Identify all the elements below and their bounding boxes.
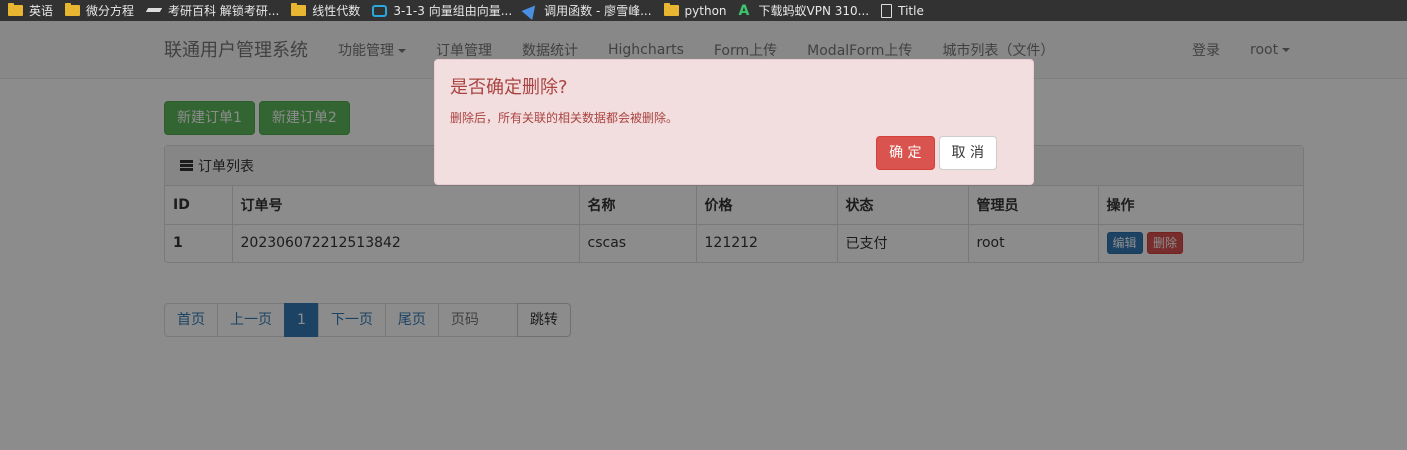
bookmark-item[interactable]: 3-1-3 向量组由向量... — [368, 0, 520, 21]
bookmark-item[interactable]: A 下载蚂蚁VPN 310... — [735, 0, 878, 21]
dialog-message: 删除后，所有关联的相关数据都会被删除。 — [450, 111, 679, 125]
cancel-button[interactable]: 取 消 — [938, 136, 997, 170]
document-icon — [881, 3, 893, 18]
folder-icon — [8, 3, 23, 16]
site-logo-icon: A — [738, 2, 750, 19]
dialog-buttons: 确 定 取 消 — [876, 136, 997, 170]
tv-icon — [372, 4, 388, 17]
bookmark-item[interactable]: Title — [877, 0, 932, 21]
bookmark-item[interactable]: 英语 — [4, 0, 61, 21]
folder-icon — [291, 3, 307, 16]
folder-icon — [663, 3, 679, 16]
delete-confirm-dialog: 是否确定删除? 删除后，所有关联的相关数据都会被删除。 确 定 取 消 — [434, 59, 1034, 185]
bookmark-item[interactable]: 微分方程 — [61, 0, 142, 21]
bookmark-item[interactable]: python — [660, 0, 735, 21]
bookmarks-bar: 英语 微分方程 考研百科 解锁考研... 线性代数 3-1-3 向量组由向量..… — [0, 0, 1407, 21]
bookmark-item[interactable]: 线性代数 — [287, 0, 368, 21]
graduation-cap-icon — [146, 7, 162, 15]
folder-icon — [65, 3, 81, 16]
dialog-title: 是否确定删除? — [450, 77, 568, 98]
bookmark-item[interactable]: 考研百科 解锁考研... — [142, 0, 287, 21]
confirm-button[interactable]: 确 定 — [876, 136, 935, 170]
bookmark-item[interactable]: 调用函数 - 廖雪峰... — [520, 0, 659, 21]
paper-plane-icon — [521, 1, 541, 20]
